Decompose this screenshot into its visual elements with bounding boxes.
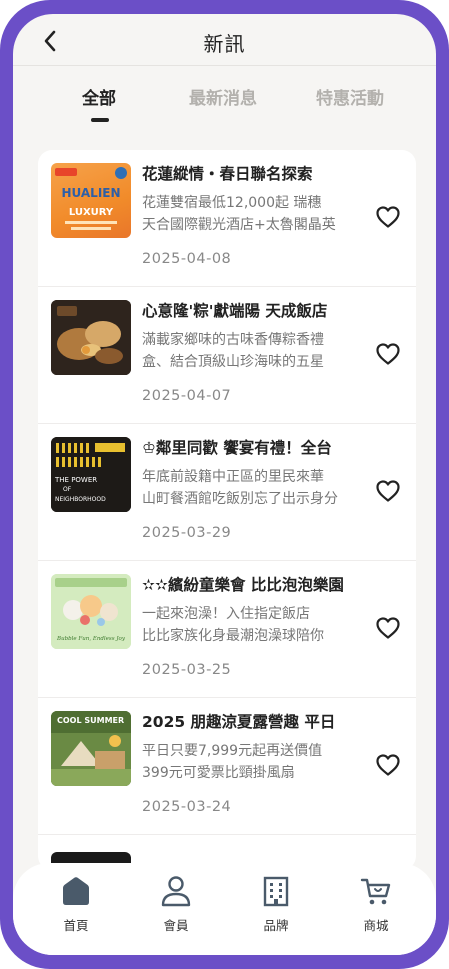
news-thumbnail	[51, 300, 131, 375]
tab-bar: 全部 最新消息 特惠活動	[13, 84, 436, 124]
nav-shop[interactable]: 商城	[341, 875, 411, 945]
nav-home[interactable]: 首頁	[41, 875, 111, 945]
hualien-poster-image: HUALIEN LUXURY	[55, 167, 127, 230]
news-title: ♔鄰里同歡 饗宴有禮！全台	[142, 439, 332, 457]
active-tab-indicator	[91, 118, 109, 122]
rice-dumpling-image	[51, 300, 131, 375]
page-title: 新訊	[203, 32, 246, 56]
news-description: 花蓮雙宿最低12,000起 瑞穗 天合國際觀光酒店+太魯閣晶英	[142, 195, 336, 233]
news-thumbnail: COOL SUMMER	[51, 711, 131, 786]
tab-latest-news[interactable]: 最新消息	[189, 84, 257, 109]
news-date: 2025-04-08	[142, 251, 232, 267]
device-frame: 新訊 全部 最新消息 特惠活動 HUALIEN LUXURY 花蓮縱情・春日聯名…	[0, 0, 449, 969]
news-description: 年底前設籍中正區的里民來華 山町餐酒館吃飯別忘了出示身分	[142, 469, 338, 507]
tab-all[interactable]: 全部	[82, 84, 116, 109]
neighborhood-poster-image: THE POWER OF NEIGHBORHOOD	[51, 437, 131, 512]
divider	[38, 834, 416, 835]
svg-text:COOL SUMMER: COOL SUMMER	[57, 716, 124, 725]
home-icon	[63, 877, 89, 905]
news-description: 一起來泡澡！入住指定飯店 比比家族化身最潮泡澡球陪你	[142, 606, 324, 644]
heart-icon[interactable]	[375, 205, 401, 229]
app-screen: 新訊 全部 最新消息 特惠活動 HUALIEN LUXURY 花蓮縱情・春日聯名…	[13, 14, 436, 955]
svg-text:OF: OF	[63, 486, 72, 493]
news-item[interactable]: THE POWER OF NEIGHBORHOOD ♔鄰里同歡 饗宴有禮！全台 …	[38, 424, 416, 561]
news-description: 滿載家鄉味的古味香傳粽香禮 盒、結合頂級山珍海味的五星	[142, 332, 324, 370]
news-title: ✫✫繽紛童樂會 比比泡泡樂園	[142, 576, 344, 594]
news-item[interactable]: 心意隆'粽'獻端陽 天成飯店 滿載家鄉味的古味香傳粽香禮 盒、結合頂級山珍海味的…	[38, 287, 416, 424]
building-icon	[263, 876, 289, 907]
news-thumbnail: Bubble Fun, Endless Joy	[51, 574, 131, 649]
news-date: 2025-04-07	[142, 388, 232, 404]
svg-text:Bubble Fun, Endless Joy: Bubble Fun, Endless Joy	[56, 636, 126, 642]
user-icon	[161, 876, 191, 907]
svg-text:HUALIEN: HUALIEN	[61, 186, 120, 200]
svg-text:NEIGHBORHOOD: NEIGHBORHOOD	[55, 496, 106, 503]
news-date: 2025-03-24	[142, 799, 232, 815]
tab-promotions[interactable]: 特惠活動	[316, 84, 384, 109]
news-item[interactable]: COOL SUMMER 2025 朋趣涼夏露營趣 平日 平日只要7,999元起再…	[38, 698, 416, 835]
bubble-bath-poster-image: Bubble Fun, Endless Joy	[51, 574, 131, 649]
news-item[interactable]: HUALIEN LUXURY 花蓮縱情・春日聯名探索 花蓮雙宿最低12,000起…	[38, 150, 416, 287]
news-list: HUALIEN LUXURY 花蓮縱情・春日聯名探索 花蓮雙宿最低12,000起…	[38, 150, 416, 870]
heart-icon[interactable]	[375, 342, 401, 366]
nav-member[interactable]: 會員	[141, 875, 211, 945]
news-title: 花蓮縱情・春日聯名探索	[142, 165, 313, 183]
news-thumbnail: THE POWER OF NEIGHBORHOOD	[51, 437, 131, 512]
summer-camping-poster-image: COOL SUMMER	[51, 711, 131, 786]
news-title: 2025 朋趣涼夏露營趣 平日	[142, 713, 336, 731]
svg-text:LUXURY: LUXURY	[69, 207, 114, 218]
divider	[13, 65, 436, 66]
news-date: 2025-03-25	[142, 662, 232, 678]
news-title: 心意隆'粽'獻端陽 天成飯店	[142, 302, 328, 320]
svg-text:THE POWER: THE POWER	[54, 476, 97, 484]
news-item[interactable]: Bubble Fun, Endless Joy ✫✫繽紛童樂會 比比泡泡樂園 一…	[38, 561, 416, 698]
news-description: 平日只要7,999元起再送價值 399元可愛票比頸掛風扇	[142, 743, 323, 781]
news-date: 2025-03-29	[142, 525, 232, 541]
top-bar: 新訊	[13, 14, 436, 66]
news-thumbnail: HUALIEN LUXURY	[51, 163, 131, 238]
bottom-nav: 首頁 會員 品牌 商城	[13, 863, 436, 955]
nav-brand[interactable]: 品牌	[241, 875, 311, 945]
heart-icon[interactable]	[375, 479, 401, 503]
heart-icon[interactable]	[375, 616, 401, 640]
cart-icon	[360, 878, 391, 905]
heart-icon[interactable]	[375, 753, 401, 777]
